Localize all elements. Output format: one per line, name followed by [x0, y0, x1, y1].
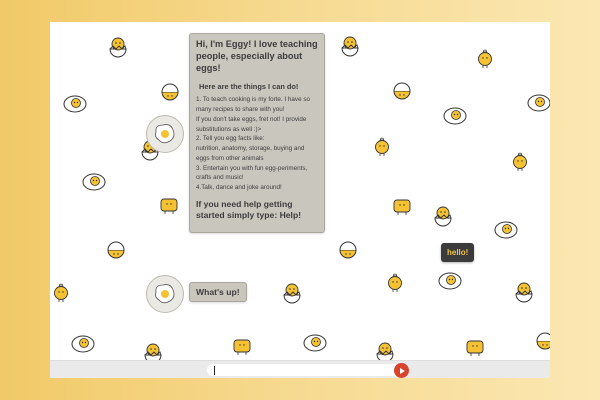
bot-avatar — [146, 275, 184, 313]
play-arrow-icon — [399, 367, 405, 374]
intro-line: 3. Entertain you with fun egg-periments, — [196, 164, 308, 172]
chat-window: Hi, I'm Eggy! I love teaching people, es… — [50, 22, 550, 378]
intro-line: eggs from other animals — [196, 154, 264, 162]
intro-line: many recipes to share with you! — [196, 106, 285, 114]
capabilities-title: Here are the things I can do! — [199, 81, 299, 91]
send-button[interactable] — [394, 363, 409, 378]
intro-line: substitutions as well :)> — [196, 125, 262, 133]
bot-reply-message: What's up! — [189, 282, 247, 302]
intro-line: crafts and music! — [196, 174, 244, 182]
fried-egg-icon — [155, 124, 175, 144]
bot-avatar — [146, 115, 184, 153]
user-message: hello! — [441, 243, 475, 262]
message-input-bar — [50, 360, 550, 378]
message-input[interactable] — [207, 364, 399, 376]
bot-intro-message: Hi, I'm Eggy! I love teaching people, es… — [189, 33, 325, 233]
intro-line: nutrition, anatomy, storage, buying and — [196, 145, 305, 153]
intro-line: 1. To teach cooking is my forte. I have … — [196, 96, 310, 104]
intro-line: If you don't take eggs, fret not! I prov… — [196, 115, 307, 123]
intro-line: 2. Tell you egg facts like: — [196, 135, 265, 143]
intro-line: 4.Talk, dance and joke around! — [196, 184, 282, 192]
intro-greeting: Hi, I'm Eggy! I love teaching people, es… — [196, 39, 318, 73]
fried-egg-icon — [155, 284, 175, 304]
help-prompt: If you need help getting started simply … — [196, 198, 302, 220]
text-caret — [214, 366, 215, 375]
